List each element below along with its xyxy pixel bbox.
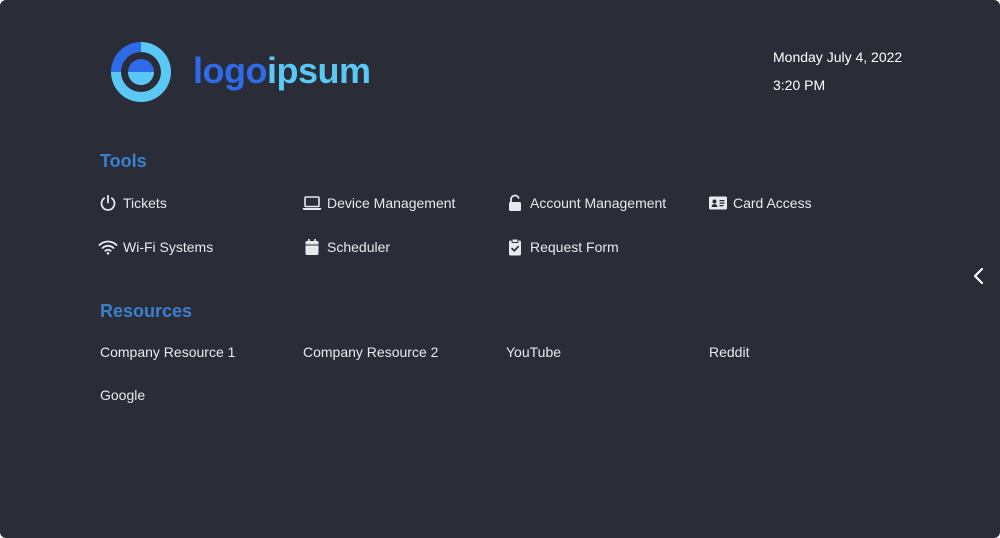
logo-mark-icon — [111, 42, 171, 102]
resource-link-company-resource-2[interactable]: Company Resource 2 — [303, 344, 438, 360]
current-date: Monday July 4, 2022 — [773, 49, 903, 65]
tool-label: Wi-Fi Systems — [123, 239, 214, 255]
logo-text-part1: logo — [193, 50, 267, 91]
current-time: 3:20 PM — [773, 77, 826, 93]
resource-link-google[interactable]: Google — [100, 387, 145, 403]
resource-link-youtube[interactable]: YouTube — [506, 344, 561, 360]
tools-heading: Tools — [100, 151, 147, 171]
tool-label: Device Management — [327, 195, 456, 211]
clipboard-check-icon — [505, 238, 525, 256]
laptop-icon — [302, 194, 322, 212]
tool-account-management[interactable]: Account Management — [505, 194, 666, 212]
resources-heading: Resources — [100, 301, 193, 321]
tool-label: Request Form — [530, 239, 619, 255]
lock-icon — [505, 194, 525, 212]
tool-card-access[interactable]: Card Access — [708, 194, 812, 212]
resource-link-company-resource-1[interactable]: Company Resource 1 — [100, 344, 235, 360]
tool-wifi-systems[interactable]: Wi-Fi Systems — [98, 238, 213, 256]
logo: logoipsum — [103, 34, 371, 110]
wifi-icon — [98, 238, 118, 256]
tool-tickets[interactable]: Tickets — [98, 194, 167, 212]
tool-request-form[interactable]: Request Form — [505, 238, 619, 256]
resource-link-reddit[interactable]: Reddit — [709, 344, 749, 360]
tool-label: Account Management — [530, 195, 667, 211]
dashboard-panel: logoipsum Monday July 4, 2022 3:20 PM To… — [0, 0, 1000, 538]
tool-scheduler[interactable]: Scheduler — [302, 238, 390, 256]
calendar-icon — [302, 238, 322, 256]
chevron-left-icon[interactable] — [970, 266, 988, 286]
tool-device-management[interactable]: Device Management — [302, 194, 455, 212]
logo-wordmark: logoipsum — [193, 50, 371, 92]
logo-text-part2: ipsum — [266, 50, 371, 91]
power-icon — [98, 194, 118, 212]
tool-label: Scheduler — [327, 239, 391, 255]
tool-label: Card Access — [733, 195, 812, 211]
id-card-icon — [708, 194, 728, 212]
datetime: Monday July 4, 2022 3:20 PM — [773, 43, 902, 99]
tool-label: Tickets — [123, 195, 167, 211]
